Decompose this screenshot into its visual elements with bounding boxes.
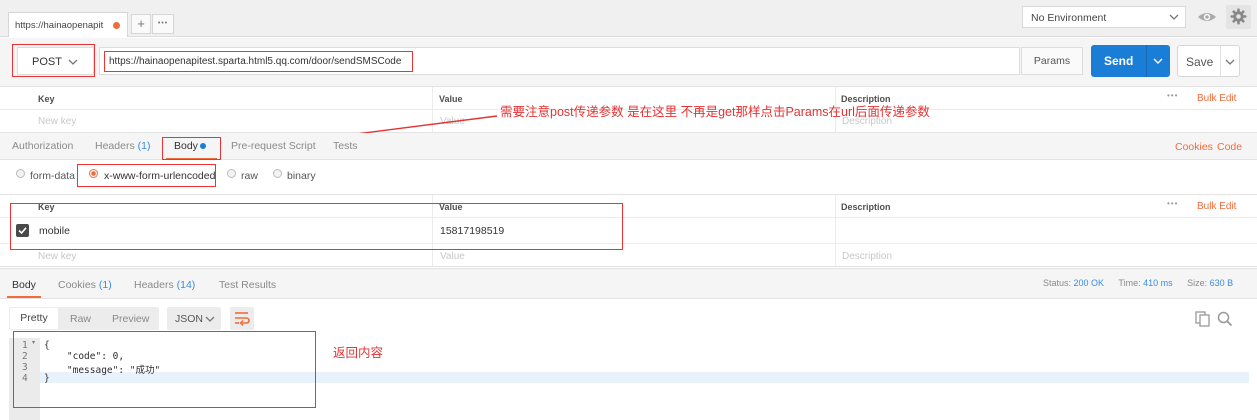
body-value-header: Value — [439, 202, 463, 212]
chevron-down-icon — [1169, 14, 1179, 20]
body-row-value[interactable]: 15817198519 — [440, 225, 504, 237]
url-input[interactable]: https://hainaopenapitest.sparta.html5.qq… — [99, 47, 1020, 75]
tab-tests[interactable]: Tests — [333, 140, 358, 152]
size-value: 630 B — [1209, 278, 1234, 288]
body-type-binary[interactable]: binary — [287, 170, 316, 182]
body-bulk-edit-link[interactable]: Bulk Edit — [1197, 201, 1236, 212]
params-key-header: Key — [38, 94, 55, 104]
send-label: Send — [1104, 54, 1134, 68]
params-button[interactable]: Params — [1021, 47, 1083, 75]
tab-prerequest-script[interactable]: Pre-request Script — [231, 140, 316, 152]
fold-icon[interactable]: ▾ — [32, 339, 35, 346]
body-new-value-input[interactable]: Value — [440, 251, 465, 262]
more-icon[interactable]: ••• — [1167, 91, 1178, 100]
response-tab-cookies[interactable]: Cookies (1) — [58, 279, 112, 291]
params-value-header: Value — [439, 94, 463, 104]
environment-select[interactable]: No Environment — [1022, 6, 1186, 28]
tab-authorization[interactable]: Authorization — [12, 140, 73, 152]
body-description-header: Description — [841, 202, 891, 212]
eye-icon[interactable] — [1197, 10, 1217, 24]
code-link[interactable]: Code — [1217, 141, 1242, 153]
format-select[interactable]: JSON — [167, 307, 221, 330]
save-label: Save — [1186, 55, 1214, 69]
more-icon[interactable]: ••• — [1167, 199, 1178, 208]
response-status: Status: 200 OK Time: 410 ms Size: 630 B — [1043, 278, 1234, 288]
unsaved-dot-icon — [113, 22, 120, 29]
copy-icon[interactable] — [1195, 311, 1210, 327]
radio-binary[interactable] — [273, 169, 282, 178]
chevron-down-icon[interactable] — [1225, 59, 1235, 66]
body-type-raw[interactable]: raw — [241, 170, 258, 182]
checkbox-icon[interactable] — [16, 224, 29, 237]
chevron-down-icon — [205, 316, 215, 322]
chevron-down-icon — [68, 59, 78, 65]
body-new-key-input[interactable]: New key — [38, 251, 76, 262]
response-annotation: 返回内容 — [333, 346, 384, 360]
params-new-value-input[interactable]: Value — [440, 116, 465, 127]
active-line-highlight — [40, 372, 1249, 383]
status-value: 200 OK — [1073, 278, 1105, 288]
body-table: Key Value Description ••• Bulk Edit mobi… — [0, 194, 1257, 267]
url-text: https://hainaopenapitest.sparta.html5.qq… — [109, 56, 402, 67]
chevron-down-icon[interactable] — [1153, 58, 1163, 65]
body-row-key[interactable]: mobile — [39, 225, 70, 237]
table-row: mobile 15817198519 — [0, 218, 1257, 243]
tab-more-button[interactable]: ••• — [152, 14, 174, 34]
send-button[interactable]: Send — [1091, 45, 1170, 77]
body-type-form-data[interactable]: form-data — [30, 170, 75, 182]
method-label: POST — [32, 56, 62, 68]
method-select[interactable]: POST — [17, 47, 94, 75]
settings-button[interactable] — [1226, 5, 1251, 29]
response-tab-body[interactable]: Body — [12, 279, 36, 291]
body-type-urlencoded[interactable]: x-www-form-urlencoded — [104, 170, 215, 182]
new-tab-button[interactable]: + — [131, 14, 151, 34]
view-preview-button[interactable]: Preview — [112, 313, 149, 325]
post-annotation: 需要注意post传递参数 是在这里 不再是get那样点击Params在url后面… — [500, 105, 930, 119]
params-new-key-input[interactable]: New key — [38, 116, 76, 127]
body-active-dot-icon — [200, 143, 206, 149]
response-tab-test-results[interactable]: Test Results — [219, 279, 276, 291]
response-editor[interactable]: 1 ▾ { 2 "code": 0, 3 "message": "成功" 4 } — [9, 338, 1249, 420]
save-button[interactable]: Save — [1177, 45, 1240, 77]
body-key-header: Key — [38, 202, 55, 212]
tab-headers[interactable]: Headers (1) — [95, 140, 150, 152]
response-tab-headers[interactable]: Headers (14) — [134, 279, 195, 291]
wrap-icon — [235, 312, 250, 326]
request-tab[interactable]: https://hainaopenapit — [8, 12, 128, 37]
environment-label: No Environment — [1031, 12, 1107, 24]
cookies-link[interactable]: Cookies — [1175, 141, 1213, 153]
gear-icon — [1230, 8, 1247, 25]
view-raw-button[interactable]: Raw — [70, 313, 91, 325]
tab-body[interactable]: Body — [174, 140, 198, 152]
wrap-button[interactable] — [230, 307, 254, 330]
request-tab-title: https://hainaopenapit — [15, 20, 104, 31]
radio-raw[interactable] — [227, 169, 236, 178]
search-icon[interactable] — [1217, 311, 1233, 327]
body-new-description-input[interactable]: Description — [842, 251, 892, 262]
radio-form-data[interactable] — [16, 169, 25, 178]
radio-x-www-form-urlencoded[interactable] — [89, 169, 98, 178]
format-label: JSON — [175, 313, 204, 325]
time-value: 410 ms — [1143, 278, 1173, 288]
params-bulk-edit-link[interactable]: Bulk Edit — [1197, 93, 1236, 104]
view-pretty-button[interactable]: Pretty — [10, 308, 58, 329]
